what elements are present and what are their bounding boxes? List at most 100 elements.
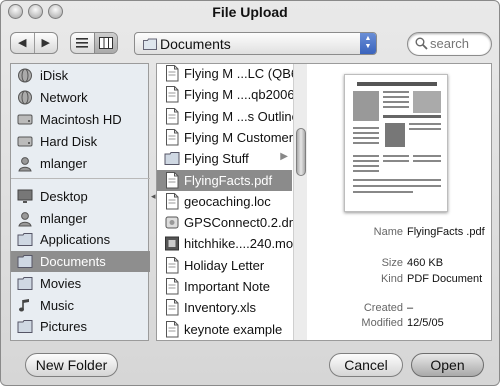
scrollbar-thumb[interactable]	[296, 128, 306, 176]
document-icon	[164, 107, 180, 125]
network-icon	[17, 89, 34, 106]
sidebar-item-music[interactable]: Music	[11, 295, 150, 316]
file-name: Flying M ....qb2006	[184, 87, 295, 103]
sidebar-item-network[interactable]: Network	[11, 87, 150, 108]
movies-icon	[17, 275, 34, 292]
desktop-icon	[17, 188, 34, 205]
sidebar-item-mlanger[interactable]: mlanger	[11, 153, 150, 174]
document-icon	[164, 278, 180, 295]
file-list-item[interactable]: Flying M ...LC (QB6).	[157, 64, 306, 84]
file-name: Holiday Letter	[184, 257, 265, 273]
sidebar-resize-handle[interactable]: ◂	[151, 191, 156, 202]
search-field[interactable]	[407, 32, 492, 56]
idisk-icon	[17, 67, 34, 84]
file-name: Flying M ...LC (QB6).	[184, 66, 307, 81]
sidebar-item-mlanger[interactable]: mlanger	[11, 208, 150, 229]
list-view-button[interactable]	[71, 33, 94, 53]
preview-field-key: Size	[381, 257, 403, 269]
file-name: GPSConnect0.2.dmg	[184, 215, 307, 231]
preview-field-value: 12/5/05	[407, 317, 444, 329]
file-name: Flying M Customers	[184, 129, 300, 145]
disk-image-icon	[164, 214, 180, 231]
preview-field-key: Modified	[361, 317, 403, 329]
sidebar-item-label: Desktop	[40, 189, 88, 204]
document-icon	[164, 86, 180, 103]
sidebar-item-pictures[interactable]: Pictures	[11, 316, 150, 337]
location-popup[interactable]: Documents ▲ ▼	[134, 32, 377, 55]
sidebar-item-label: Macintosh HD	[40, 112, 122, 127]
file-list-item[interactable]: Important Note	[157, 276, 292, 297]
file-list-item[interactable]: Flying M ....qb2006	[157, 84, 295, 105]
sidebar-item-label: mlanger	[40, 210, 87, 226]
column-view-button[interactable]	[93, 33, 117, 53]
pdf-preview-thumbnail	[344, 74, 448, 212]
sidebar-item-documents[interactable]: Documents	[11, 251, 150, 273]
preview-field-value: –	[407, 302, 414, 314]
preview-field-key: Kind	[380, 273, 403, 285]
title-bar: File Upload	[1, 1, 499, 23]
file-browser: Keyspan...rvr18.pkg keynote example Invent…	[156, 63, 492, 341]
folder-icon	[143, 38, 157, 50]
back-forward-control: ◀ ▶	[10, 32, 58, 54]
home-icon	[17, 210, 34, 227]
forward-button[interactable]: ▶	[33, 33, 58, 53]
file-name: keynote example	[184, 321, 283, 337]
sidebar-item-label: Music	[40, 297, 74, 313]
cancel-button[interactable]: Cancel	[329, 353, 403, 377]
column-view-icon	[98, 37, 113, 49]
sidebar-item-desktop[interactable]: Desktop	[11, 186, 150, 207]
new-folder-button[interactable]: New Folder	[25, 353, 118, 377]
file-list-scrollbar[interactable]	[293, 64, 307, 340]
preview-field-value: FlyingFacts .pdf	[407, 226, 485, 238]
view-mode-control	[70, 32, 118, 54]
file-list-item[interactable]: Flying M Customers	[157, 127, 300, 148]
file-list-item[interactable]: Flying M ...s Outline	[157, 106, 299, 127]
file-name: Inventory.xls	[184, 300, 257, 316]
disclosure-arrow-icon: ▶	[280, 151, 288, 163]
sidebar-item-movies[interactable]: Movies	[11, 273, 150, 294]
sidebar-item-hard-disk[interactable]: Hard Disk	[11, 131, 150, 152]
preview-field-key: Created	[363, 302, 403, 314]
preview-pane: Name FlyingFacts .pdf Size 460 KB Kind PDF Do…	[308, 64, 491, 340]
sidebar-item-applications[interactable]: Applications	[11, 229, 150, 250]
open-button[interactable]: Open	[411, 353, 484, 377]
search-input[interactable]	[430, 36, 488, 51]
sidebar-item-macintosh-hd[interactable]: Macintosh HD	[11, 109, 150, 130]
file-list-item[interactable]: GPSConnect0.2.dmg	[157, 212, 307, 233]
sidebar-item-label: mlanger	[40, 156, 87, 171]
movie-file-icon	[164, 235, 180, 252]
location-label: Documents	[160, 36, 231, 52]
spreadsheet-icon	[164, 299, 180, 316]
hard-disk-icon	[17, 133, 34, 150]
file-name: Flying M ...s Outline	[184, 108, 299, 124]
document-icon	[164, 128, 180, 146]
file-name: Important Note	[184, 279, 270, 294]
file-name: Flying Stuff	[184, 151, 249, 167]
document-icon	[164, 256, 180, 274]
list-view-icon	[76, 38, 89, 48]
document-icon	[164, 65, 180, 82]
file-name: FlyingFacts.pdf	[184, 172, 273, 188]
preview-field-value: PDF Document	[407, 273, 483, 285]
file-list-item[interactable]: Inventory.xls	[157, 297, 292, 318]
sidebar-item-label: Pictures	[40, 319, 87, 335]
folder-icon	[164, 150, 180, 167]
file-list-item[interactable]: geocaching.loc	[157, 191, 292, 212]
back-button[interactable]: ◀	[11, 33, 34, 53]
sidebar-item-idisk[interactable]: iDisk	[11, 65, 150, 86]
file-name: hitchhike....240.mov	[184, 236, 300, 252]
file-list-item[interactable]: keynote example	[157, 319, 292, 340]
file-list-column: Keyspan...rvr18.pkg keynote example Invent…	[157, 64, 307, 340]
pdf-icon	[164, 171, 180, 189]
file-list-item[interactable]: hitchhike....240.mov	[157, 233, 300, 254]
file-list-item[interactable]: FlyingFacts.pdf	[157, 169, 292, 191]
search-icon	[415, 37, 428, 50]
file-list-item[interactable]: Flying Stuff ▶	[157, 148, 292, 169]
file-list-item[interactable]: Keyspan...rvr18.pkg	[157, 340, 292, 341]
sidebar-separator	[11, 178, 150, 179]
sidebar-item-label: Applications	[40, 232, 111, 248]
preview-field-key: Name	[373, 226, 403, 238]
applications-icon	[17, 231, 34, 248]
sidebar-item-label: Hard Disk	[40, 134, 98, 149]
file-list-item[interactable]: Holiday Letter	[157, 255, 292, 276]
